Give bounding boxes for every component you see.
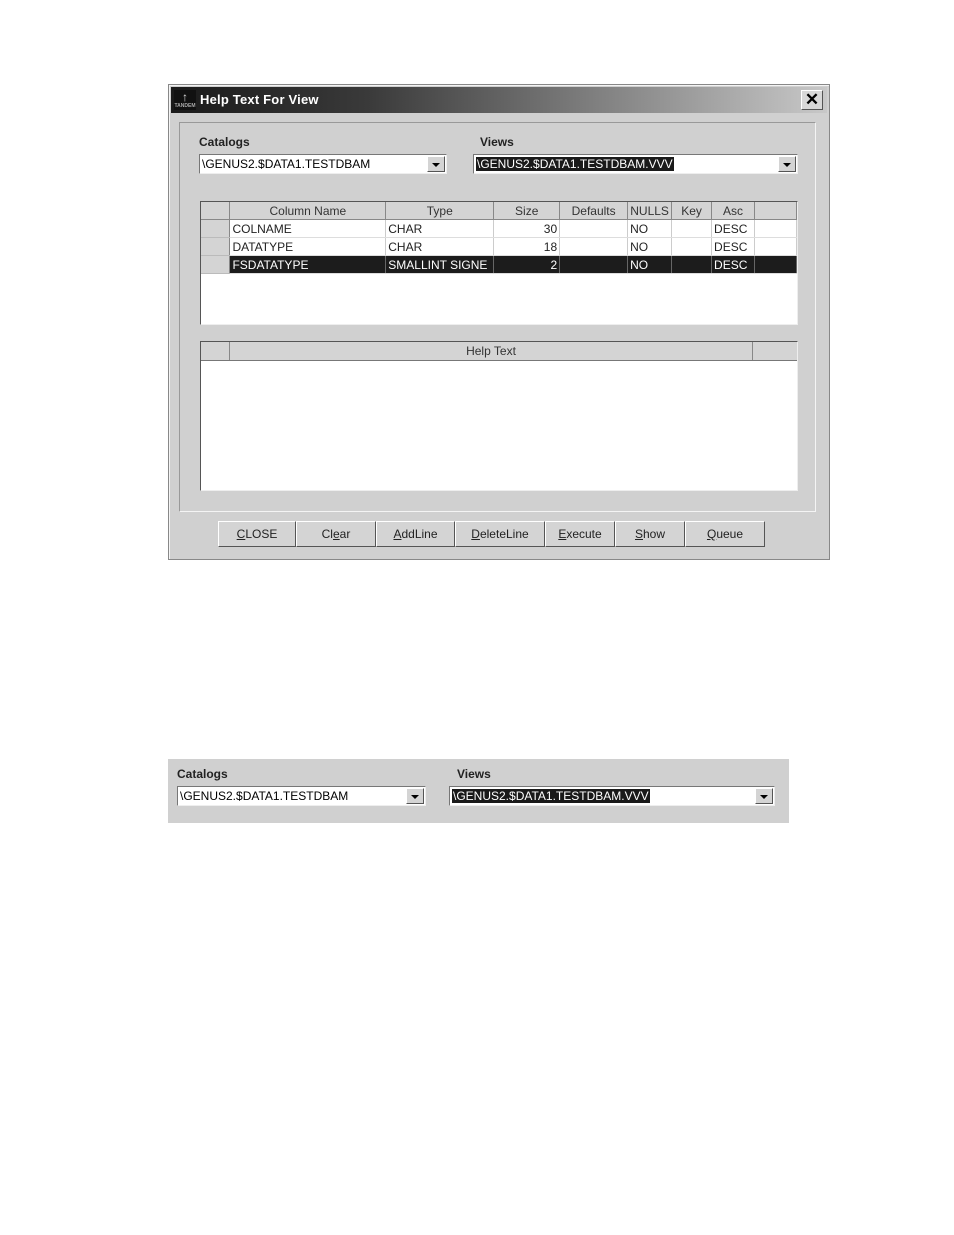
- execute-button[interactable]: Execute: [545, 521, 615, 547]
- clear-button[interactable]: Clear: [296, 521, 376, 547]
- close-button-label: CLOSE: [236, 527, 278, 541]
- table-row-selected[interactable]: FSDATATYPE SMALLINT SIGNE 2 NO DESC: [201, 255, 797, 274]
- cell-filler: [754, 219, 797, 238]
- views-label: Views: [480, 135, 514, 149]
- cell-asc[interactable]: DESC: [711, 219, 756, 238]
- header-column-name[interactable]: Column Name: [229, 202, 387, 220]
- table-row[interactable]: COLNAME CHAR 30 NO DESC: [201, 219, 797, 238]
- views-combobox[interactable]: \GENUS2.$DATA1.TESTDBAM.VVV: [473, 154, 798, 174]
- cell-type[interactable]: CHAR: [385, 237, 495, 256]
- tandem-logo-icon: ↑ TANDEM: [174, 90, 196, 110]
- snippet-views-dropdown-arrow-icon[interactable]: [755, 788, 773, 804]
- close-icon[interactable]: ✕: [801, 90, 823, 110]
- queue-button[interactable]: Queue: [685, 521, 765, 547]
- cell-key[interactable]: [671, 237, 713, 256]
- cell-defaults[interactable]: [559, 255, 629, 274]
- addline-button-label: AddLine: [393, 527, 438, 541]
- row-selector[interactable]: [201, 237, 231, 256]
- snippet-catalogs-value: \GENUS2.$DATA1.TESTDBAM: [180, 789, 349, 803]
- cell-type[interactable]: SMALLINT SIGNE: [385, 255, 495, 274]
- addline-button[interactable]: AddLine: [376, 521, 455, 547]
- columns-grid[interactable]: Column Name Type Size Defaults NULLS Key…: [200, 201, 798, 325]
- cell-key[interactable]: [671, 255, 713, 274]
- snippet-views-label: Views: [457, 767, 491, 781]
- dialog-title: Help Text For View: [200, 92, 319, 107]
- snippet-views-value: \GENUS2.$DATA1.TESTDBAM.VVV: [452, 789, 650, 803]
- cell-column-name[interactable]: DATATYPE: [229, 237, 387, 256]
- cell-nulls[interactable]: NO: [627, 237, 673, 256]
- header-filler: [754, 202, 797, 220]
- cell-defaults[interactable]: [559, 219, 629, 238]
- help-text-column-header[interactable]: Help Text: [230, 342, 753, 360]
- show-button-label: Show: [634, 527, 666, 541]
- catalogs-label: Catalogs: [199, 135, 250, 149]
- cell-column-name[interactable]: FSDATATYPE: [229, 255, 387, 274]
- header-asc[interactable]: Asc: [711, 202, 756, 220]
- queue-button-label: Queue: [706, 527, 744, 541]
- cell-asc[interactable]: DESC: [711, 255, 756, 274]
- catalogs-value: \GENUS2.$DATA1.TESTDBAM: [202, 157, 371, 171]
- header-type[interactable]: Type: [385, 202, 495, 220]
- cell-nulls[interactable]: NO: [627, 219, 673, 238]
- cell-asc[interactable]: DESC: [711, 237, 756, 256]
- views-value: \GENUS2.$DATA1.TESTDBAM.VVV: [476, 157, 674, 171]
- cell-key[interactable]: [671, 219, 713, 238]
- clear-button-label: Clear: [321, 527, 351, 541]
- cell-size[interactable]: 30: [493, 219, 561, 238]
- snippet-catalogs-label: Catalogs: [177, 767, 228, 781]
- snippet-catalogs-combobox[interactable]: \GENUS2.$DATA1.TESTDBAM: [177, 786, 426, 806]
- cell-nulls[interactable]: NO: [627, 255, 673, 274]
- header-size[interactable]: Size: [493, 202, 561, 220]
- execute-button-label: Execute: [558, 527, 602, 541]
- cell-filler: [754, 255, 797, 274]
- header-nulls[interactable]: NULLS: [627, 202, 673, 220]
- show-button[interactable]: Show: [615, 521, 685, 547]
- cell-defaults[interactable]: [559, 237, 629, 256]
- deleteline-button[interactable]: DeleteLine: [455, 521, 545, 547]
- views-dropdown-arrow-icon[interactable]: [778, 156, 796, 172]
- header-defaults[interactable]: Defaults: [559, 202, 629, 220]
- cell-column-name[interactable]: COLNAME: [229, 219, 387, 238]
- catalogs-dropdown-arrow-icon[interactable]: [427, 156, 445, 172]
- grid-header-row: Column Name Type Size Defaults NULLS Key…: [201, 202, 797, 220]
- help-text-grid[interactable]: Help Text: [200, 341, 798, 491]
- catalogs-views-snippet: Catalogs \GENUS2.$DATA1.TESTDBAM Views \…: [168, 759, 789, 823]
- cell-size[interactable]: 18: [493, 237, 561, 256]
- row-selector[interactable]: [201, 255, 231, 274]
- catalogs-combobox[interactable]: \GENUS2.$DATA1.TESTDBAM: [199, 154, 447, 174]
- cell-type[interactable]: CHAR: [385, 219, 495, 238]
- snippet-catalogs-dropdown-arrow-icon[interactable]: [406, 788, 424, 804]
- button-row: CLOSE Clear AddLine DeleteLine Execute S…: [218, 521, 765, 547]
- help-text-header: Help Text: [201, 342, 797, 361]
- row-selector[interactable]: [201, 219, 231, 238]
- row-header-corner: [201, 202, 231, 220]
- cell-size[interactable]: 2: [493, 255, 561, 274]
- title-bar[interactable]: ↑ TANDEM Help Text For View ✕: [171, 87, 827, 113]
- deleteline-button-label: DeleteLine: [471, 527, 529, 541]
- close-button[interactable]: CLOSE: [218, 521, 296, 547]
- header-key[interactable]: Key: [671, 202, 713, 220]
- help-text-content[interactable]: [203, 362, 795, 488]
- help-text-for-view-dialog: ↑ TANDEM Help Text For View ✕ Catalogs \G…: [168, 84, 830, 560]
- help-text-row-header: [201, 342, 230, 360]
- table-row[interactable]: DATATYPE CHAR 18 NO DESC: [201, 237, 797, 256]
- cell-filler: [754, 237, 797, 256]
- snippet-views-combobox[interactable]: \GENUS2.$DATA1.TESTDBAM.VVV: [449, 786, 775, 806]
